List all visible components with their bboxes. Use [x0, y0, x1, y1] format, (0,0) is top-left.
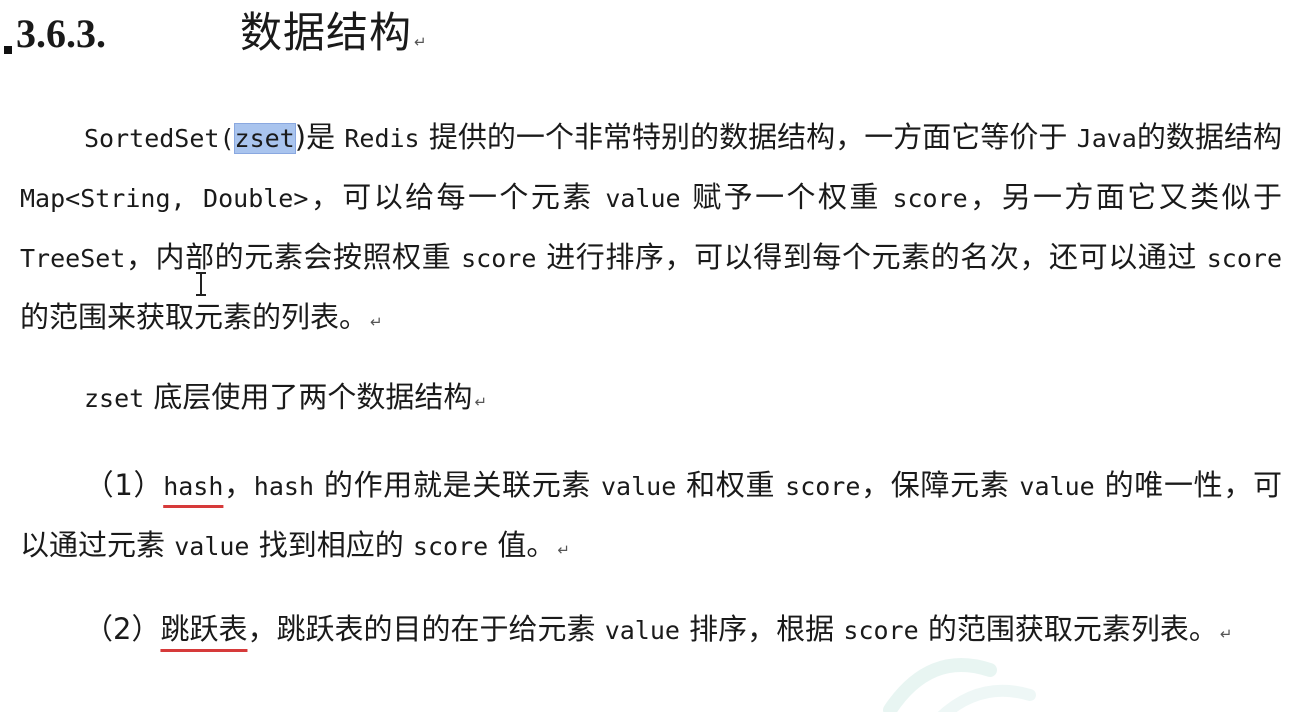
section-heading: 3.6.3. 数据结构 ↵ — [0, 6, 700, 62]
text-cursor-icon — [196, 272, 206, 296]
document-page: 3.6.3. 数据结构 ↵ SortedSet(zset)是 Redis 提供的一… — [0, 0, 1297, 712]
paragraph-mark: ↵ — [370, 313, 383, 331]
section-number: 3.6.3. — [16, 11, 106, 56]
paragraph-hash[interactable]: （1）hash，hash 的作用就是关联元素 value 和权重 score，保… — [20, 456, 1282, 579]
paragraph-mark: ↵ — [557, 541, 570, 559]
selected-text-zset[interactable]: zset — [233, 123, 296, 154]
watermark-logo-icon — [883, 658, 1036, 712]
paragraph-mark: ↵ — [474, 393, 488, 411]
underlined-skiplist: 跳跃表 — [160, 612, 248, 646]
paragraph-mark: ↵ — [414, 33, 428, 51]
paragraph-skiplist[interactable]: （2）跳跃表，跳跃表的目的在于给元素 value 排序，根据 score 的范围… — [20, 600, 1282, 663]
underlined-hash: hash — [163, 472, 224, 501]
paragraph-sortedset-intro[interactable]: SortedSet(zset)是 Redis 提供的一个非常特别的数据结构，一方… — [20, 108, 1282, 351]
section-title-text: 数据结构 — [240, 8, 413, 57]
paragraph-zset-structures[interactable]: zset 底层使用了两个数据结构 ↵ — [20, 368, 1282, 431]
section-title: 数据结构 ↵ — [240, 6, 428, 69]
paragraph-mark: ↵ — [1219, 625, 1233, 643]
heading-bullet — [4, 46, 12, 54]
